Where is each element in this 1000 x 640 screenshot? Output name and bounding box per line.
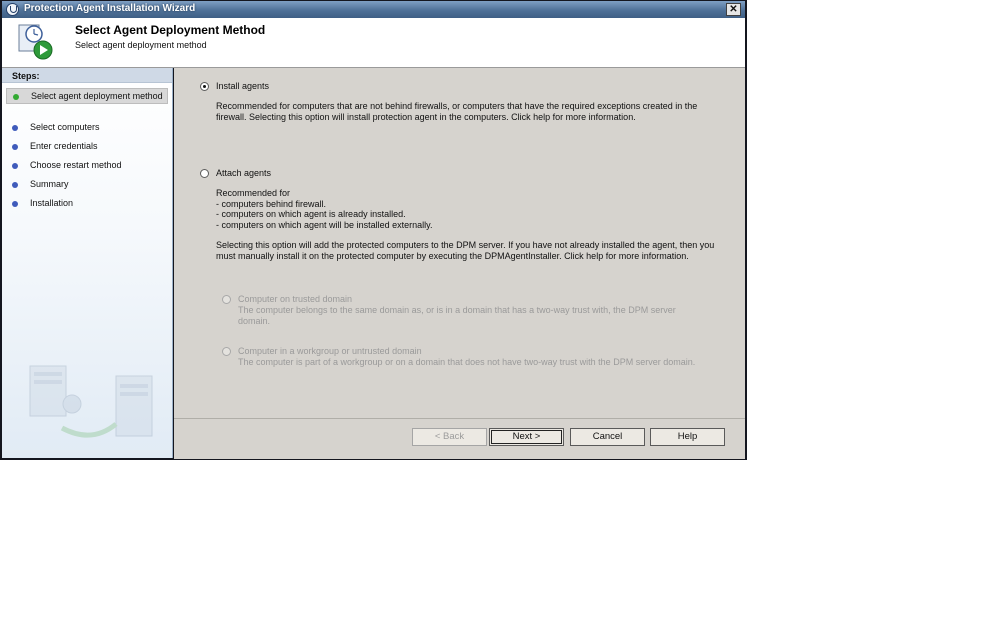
steps-heading: Steps: [2,68,172,83]
trusted-domain-description: The computer belongs to the same domain … [238,305,676,326]
button-bar: < Back Next > Cancel Help [174,418,745,459]
step-bullet-icon [12,125,18,131]
install-agents-description: Recommended for computers that are not b… [216,101,698,122]
close-button[interactable]: ✕ [726,3,741,16]
window-title: Protection Agent Installation Wizard [24,3,196,14]
step-label: Enter credentials [30,141,98,151]
step-choose-restart-method: Choose restart method [6,158,168,172]
step-label: Select agent deployment method [31,91,163,101]
attach-agents-radio[interactable] [200,169,209,178]
install-agents-radio[interactable] [200,82,209,91]
step-select-deployment-method: Select agent deployment method [6,88,168,104]
attach-recommendations: Recommended for - computers behind firew… [216,188,726,230]
workgroup-description: The computer is part of a workgroup or o… [238,357,696,367]
next-button[interactable]: Next > [489,428,564,446]
step-summary: Summary [6,177,168,191]
step-label: Choose restart method [30,160,122,170]
recommendation-item: - computers on which agent is already in… [216,209,406,219]
step-select-computers: Select computers [6,120,168,134]
options-panel: Install agents Recommended for computers… [174,68,745,418]
step-bullet-icon [12,201,18,207]
step-current-icon [13,94,19,100]
step-enter-credentials: Enter credentials [6,139,168,153]
attach-agents-description: Selecting this option will add the prote… [216,240,715,261]
step-installation: Installation [6,196,168,210]
servers-watermark-icon [29,365,153,438]
help-button[interactable]: Help [650,428,725,446]
workgroup-radio[interactable] [222,347,231,356]
trusted-domain-radio[interactable] [222,295,231,304]
recommended-for-text: Recommended for [216,188,291,198]
app-shield-icon [6,3,19,16]
page-title: Select Agent Deployment Method [75,23,266,37]
page-subtitle: Select agent deployment method [75,40,207,50]
steps-sidebar: Steps: Select agent deployment method Se… [2,68,173,458]
wizard-clock-play-icon [18,24,53,60]
wizard-window: Protection Agent Installation Wizard ✕ S… [0,0,747,460]
install-agents-label[interactable]: Install agents [216,81,269,91]
step-bullet-icon [12,144,18,150]
step-label: Summary [30,179,69,189]
step-label: Installation [30,198,74,208]
step-bullet-icon [12,182,18,188]
wizard-header: Select Agent Deployment Method Select ag… [2,18,745,68]
cancel-button[interactable]: Cancel [570,428,645,446]
recommendation-item: - computers behind firewall. [216,198,327,209]
step-bullet-icon [12,163,18,169]
workgroup-label[interactable]: Computer in a workgroup or untrusted dom… [238,346,422,356]
title-bar[interactable]: Protection Agent Installation Wizard ✕ [2,1,745,18]
trusted-domain-label[interactable]: Computer on trusted domain [238,294,352,304]
attach-agents-label[interactable]: Attach agents [216,168,271,178]
back-button[interactable]: < Back [412,428,487,446]
step-label: Select computers [30,122,100,132]
recommendation-item: - computers on which agent will be insta… [216,219,433,230]
